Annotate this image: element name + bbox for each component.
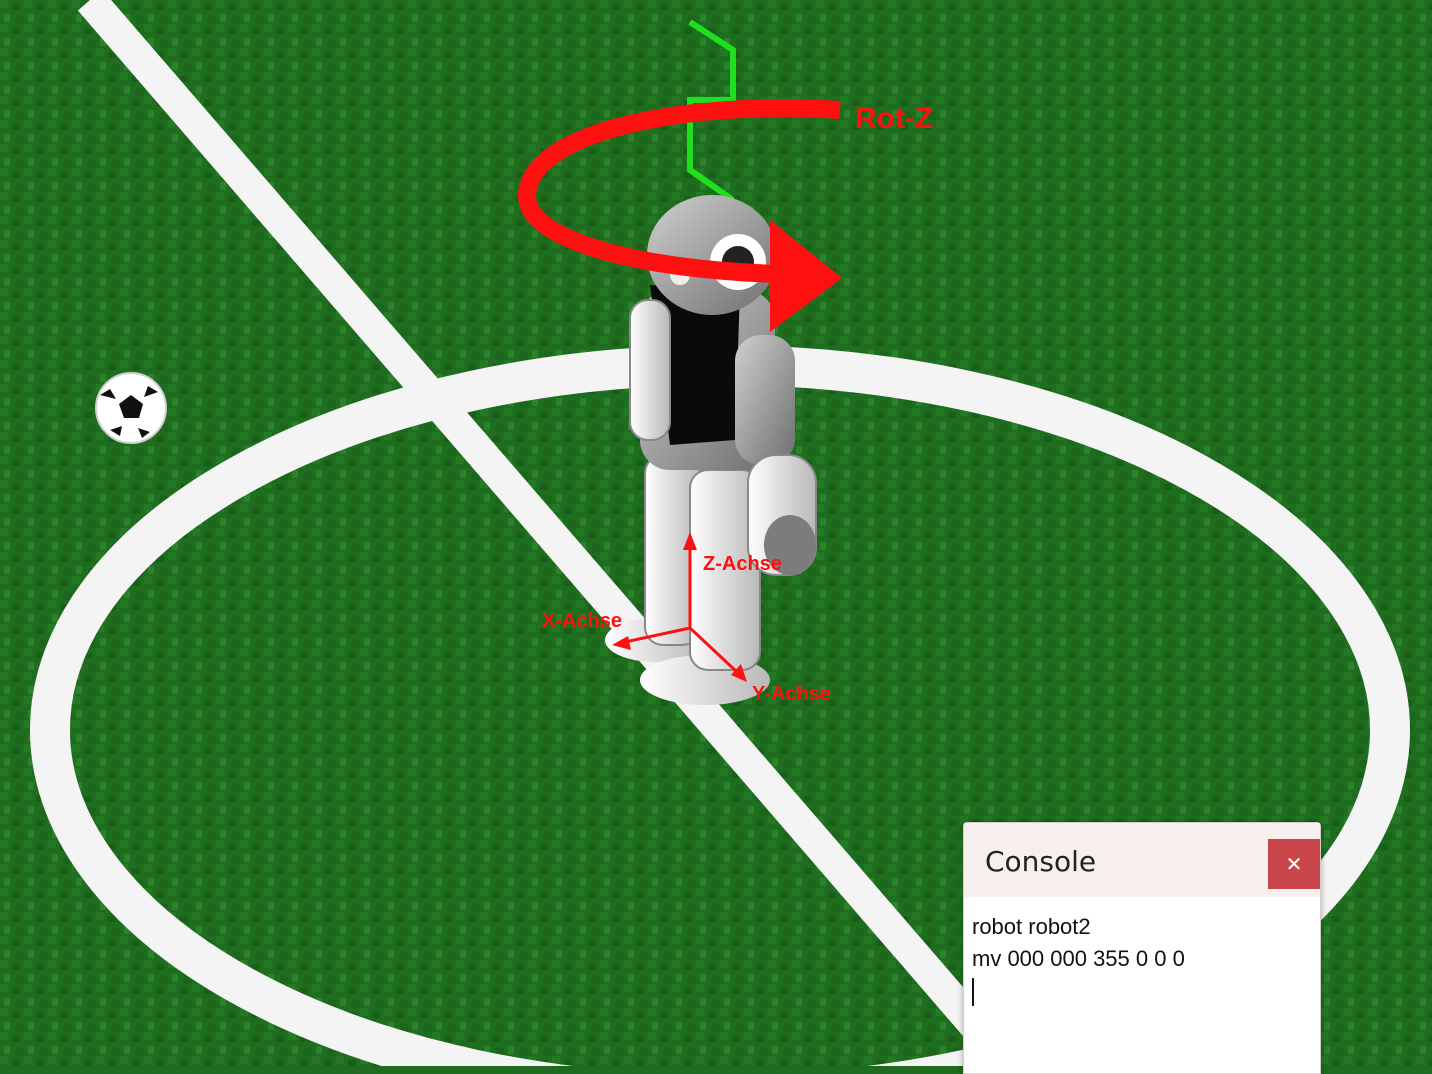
label-y-axis: Y-Achse (752, 683, 831, 705)
text-cursor (972, 978, 974, 1007)
label-x-axis: X-Achse (542, 610, 622, 632)
console-title: Console (985, 845, 1097, 878)
soccer-ball (95, 372, 167, 444)
console-titlebar[interactable]: Console ✕ (964, 823, 1320, 897)
close-button[interactable]: ✕ (1268, 839, 1320, 889)
console-line: robot robot2 (972, 914, 1091, 939)
console-window[interactable]: Console ✕ robot robot2 mv 000 000 355 0 … (963, 822, 1321, 1074)
close-icon: ✕ (1285, 852, 1303, 876)
console-input[interactable]: robot robot2 mv 000 000 355 0 0 0 (964, 897, 1320, 1021)
console-line: mv 000 000 355 0 0 0 (972, 946, 1185, 971)
label-z-axis: Z-Achse (703, 553, 782, 575)
label-rot-z: Rot-Z (855, 102, 933, 135)
